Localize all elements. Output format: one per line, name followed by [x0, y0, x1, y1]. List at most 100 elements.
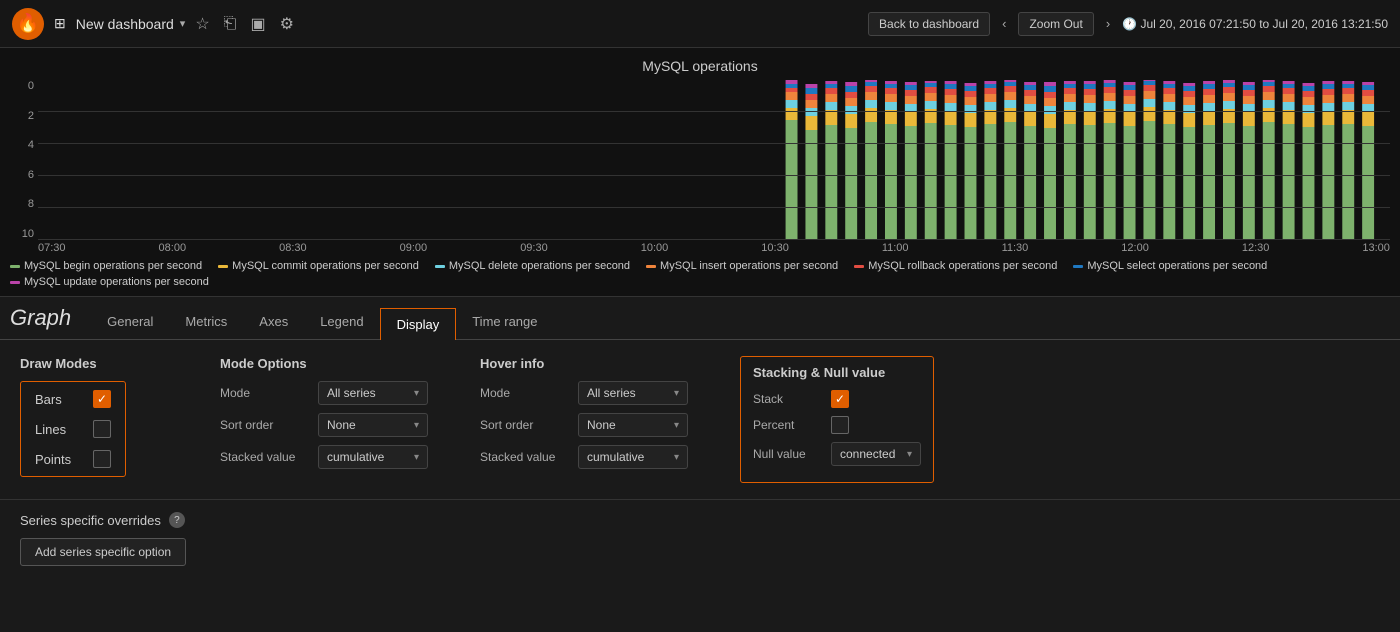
hover-option-sort: Sort order None ▾ [480, 413, 700, 437]
legend-color-rollback [854, 265, 864, 268]
mode-option-sort: Sort order None ▾ [220, 413, 440, 437]
mode-option-stacked: Stacked value cumulative ▾ [220, 445, 440, 469]
tab-display[interactable]: Display [380, 308, 457, 340]
grid-lines [38, 80, 1390, 240]
null-value-label: Null value [753, 447, 823, 461]
null-value-value: connected [840, 447, 895, 461]
percent-checkbox[interactable] [831, 416, 849, 434]
share-icon[interactable]: ⎗ [224, 15, 237, 33]
hover-stacked-select[interactable]: cumulative ▾ [578, 445, 688, 469]
tab-axes[interactable]: Axes [243, 306, 304, 339]
draw-modes-box: Bars Lines Points [20, 381, 126, 477]
legend-color-delete [435, 265, 445, 268]
hover-info-section: Hover info Mode All series ▾ Sort order … [480, 356, 700, 483]
stacking-title: Stacking & Null value [753, 365, 921, 380]
legend-insert: MySQL insert operations per second [646, 260, 838, 272]
grafana-logo[interactable]: 🔥 [12, 8, 44, 40]
legend-color-begin [10, 265, 20, 268]
hover-sort-select[interactable]: None ▾ [578, 413, 688, 437]
legend-color-commit [218, 265, 228, 268]
logo-icon: 🔥 [17, 13, 39, 34]
sort-label: Sort order [220, 418, 310, 432]
chart-title: MySQL operations [10, 58, 1390, 74]
tab-time-range[interactable]: Time range [456, 306, 553, 339]
zoom-out-btn[interactable]: Zoom Out [1018, 12, 1093, 36]
help-icon[interactable]: ? [169, 512, 185, 528]
hover-sort-value: None [587, 418, 616, 432]
legend-color-update [10, 281, 20, 284]
hover-mode-select[interactable]: All series ▾ [578, 381, 688, 405]
save-icon[interactable]: ▣ [250, 14, 265, 34]
panel-title-area: Graph [0, 305, 91, 339]
legend-begin: MySQL begin operations per second [10, 260, 202, 272]
draw-mode-lines[interactable]: Lines [29, 416, 117, 442]
null-value-arrow-icon: ▾ [907, 449, 912, 460]
nav-right: Back to dashboard ‹ Zoom Out › 🕐 Jul 20,… [868, 12, 1388, 36]
legend-color-select [1073, 265, 1083, 268]
add-series-btn[interactable]: Add series specific option [20, 538, 186, 566]
tab-metrics[interactable]: Metrics [169, 306, 243, 339]
tab-general[interactable]: General [91, 306, 169, 339]
stack-label: Stack [753, 392, 823, 406]
draw-modes-title: Draw Modes [20, 356, 180, 371]
mode-options-section: Mode Options Mode All series ▾ Sort orde… [220, 356, 440, 483]
legend-select: MySQL select operations per second [1073, 260, 1267, 272]
stacked-label: Stacked value [220, 450, 310, 464]
stacked-value: cumulative [327, 450, 384, 464]
lines-label: Lines [35, 422, 85, 437]
null-value-row: Null value connected ▾ [753, 442, 921, 466]
zoom-prev-icon[interactable]: ‹ [1002, 16, 1006, 31]
mode-value: All series [327, 386, 376, 400]
nav-icons: ☆ ⎗ ▣ ⚙ [195, 14, 294, 34]
back-to-dashboard-btn[interactable]: Back to dashboard [868, 12, 990, 36]
points-checkbox[interactable] [93, 450, 111, 468]
stack-row: Stack [753, 390, 921, 408]
legend-commit: MySQL commit operations per second [218, 260, 419, 272]
mode-select[interactable]: All series ▾ [318, 381, 428, 405]
chart-body [38, 80, 1390, 240]
legend-color-insert [646, 265, 656, 268]
stacked-select[interactable]: cumulative ▾ [318, 445, 428, 469]
dropdown-arrow-icon: ▾ [180, 17, 186, 30]
tab-legend[interactable]: Legend [304, 306, 379, 339]
display-content: Draw Modes Bars Lines Points Mode Option… [0, 340, 1400, 499]
null-value-select[interactable]: connected ▾ [831, 442, 921, 466]
sort-arrow-icon: ▾ [414, 420, 419, 431]
series-header: Series specific overrides ? [20, 512, 1380, 528]
points-label: Points [35, 452, 85, 467]
percent-row: Percent [753, 416, 921, 434]
x-axis: 07:30 08:00 08:30 09:00 09:30 10:00 10:3… [10, 240, 1390, 254]
bars-label: Bars [35, 392, 85, 407]
hover-mode-value: All series [587, 386, 636, 400]
legend-rollback: MySQL rollback operations per second [854, 260, 1057, 272]
dashboard-title-text: New dashboard [76, 16, 174, 32]
hover-stacked-value: cumulative [587, 450, 644, 464]
bars-checkbox[interactable] [93, 390, 111, 408]
draw-mode-bars[interactable]: Bars [29, 386, 117, 412]
nav-left: 🔥 ⊞ New dashboard ▾ ☆ ⎗ ▣ ⚙ [12, 8, 294, 40]
dashboard-title-btn[interactable]: ⊞ New dashboard ▾ [54, 15, 185, 32]
hover-option-mode: Mode All series ▾ [480, 381, 700, 405]
legend-update: MySQL update operations per second [10, 276, 209, 288]
draw-mode-points[interactable]: Points [29, 446, 117, 472]
settings-icon[interactable]: ⚙ [280, 14, 294, 34]
sort-select[interactable]: None ▾ [318, 413, 428, 437]
time-range-display: 🕐 Jul 20, 2016 07:21:50 to Jul 20, 2016 … [1122, 17, 1388, 31]
hover-mode-arrow-icon: ▾ [674, 388, 679, 399]
top-navigation: 🔥 ⊞ New dashboard ▾ ☆ ⎗ ▣ ⚙ Back to dash… [0, 0, 1400, 48]
zoom-next-icon[interactable]: › [1106, 16, 1110, 31]
star-icon[interactable]: ☆ [195, 14, 209, 34]
hover-sort-label: Sort order [480, 418, 570, 432]
hover-option-stacked: Stacked value cumulative ▾ [480, 445, 700, 469]
hover-mode-label: Mode [480, 386, 570, 400]
stacked-arrow-icon: ▾ [414, 452, 419, 463]
lines-checkbox[interactable] [93, 420, 111, 438]
stacking-section: Stacking & Null value Stack Percent Null… [740, 356, 934, 483]
y-axis: 10 8 6 4 2 0 [10, 80, 38, 240]
series-title: Series specific overrides [20, 513, 161, 528]
hover-sort-arrow-icon: ▾ [674, 420, 679, 431]
draw-modes-section: Draw Modes Bars Lines Points [20, 356, 180, 483]
chart-container: MySQL operations 10 8 6 4 2 0 [0, 48, 1400, 297]
stack-checkbox[interactable] [831, 390, 849, 408]
percent-label: Percent [753, 418, 823, 432]
